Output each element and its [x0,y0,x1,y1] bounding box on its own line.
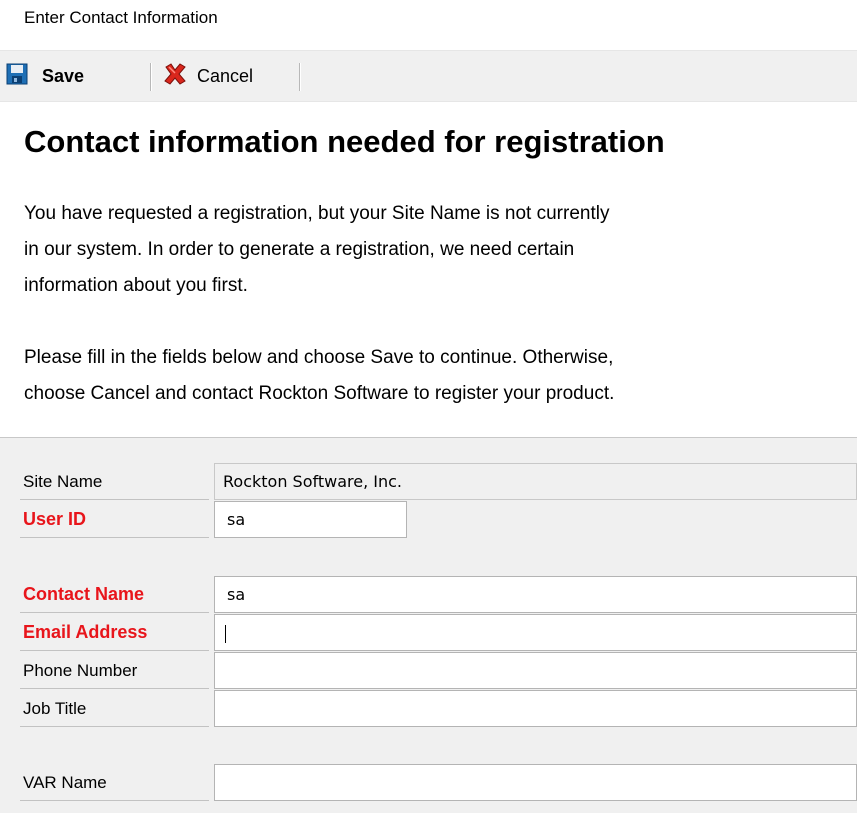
cancel-button[interactable]: Cancel [163,51,253,101]
toolbar: Save Cancel [0,50,857,102]
email-address-field[interactable] [214,614,857,651]
site-name-field: Rockton Software, Inc. [214,463,857,500]
instruction-paragraph: Please fill in the fields below and choo… [24,340,834,412]
paragraph-line: information about you first. [24,275,248,296]
user-id-label: User ID [20,501,209,538]
job-title-label: Job Title [20,690,209,727]
var-name-label: VAR Name [20,764,209,801]
paragraph-line: Please fill in the fields below and choo… [24,347,614,368]
save-button[interactable]: Save [6,51,84,101]
toolbar-separator [150,63,151,91]
toolbar-separator [299,63,300,91]
paragraph-line: in our system. In order to generate a re… [24,239,575,260]
contact-name-field[interactable]: sa [214,576,857,613]
phone-number-field[interactable] [214,652,857,689]
contact-form: Site Name Rockton Software, Inc. User ID… [0,437,857,813]
var-name-field[interactable] [214,764,857,801]
site-name-label: Site Name [20,463,209,500]
email-address-label: Email Address [20,614,209,651]
phone-number-label: Phone Number [20,652,209,689]
save-label: Save [42,65,85,86]
text-cursor [225,624,226,643]
window-title: Enter Contact Information [24,8,218,27]
job-title-field[interactable] [214,690,857,727]
floppy-disk-icon [6,63,28,90]
contact-name-label: Contact Name [20,576,209,613]
cancel-label: Cancel [197,65,254,86]
paragraph-line: choose Cancel and contact Rockton Softwa… [24,383,615,404]
page-heading: Contact information needed for registrat… [24,124,665,159]
user-id-field[interactable]: sa [214,501,407,538]
red-x-icon [163,62,187,91]
intro-paragraph: You have requested a registration, but y… [24,196,834,304]
paragraph-line: You have requested a registration, but y… [24,203,610,224]
